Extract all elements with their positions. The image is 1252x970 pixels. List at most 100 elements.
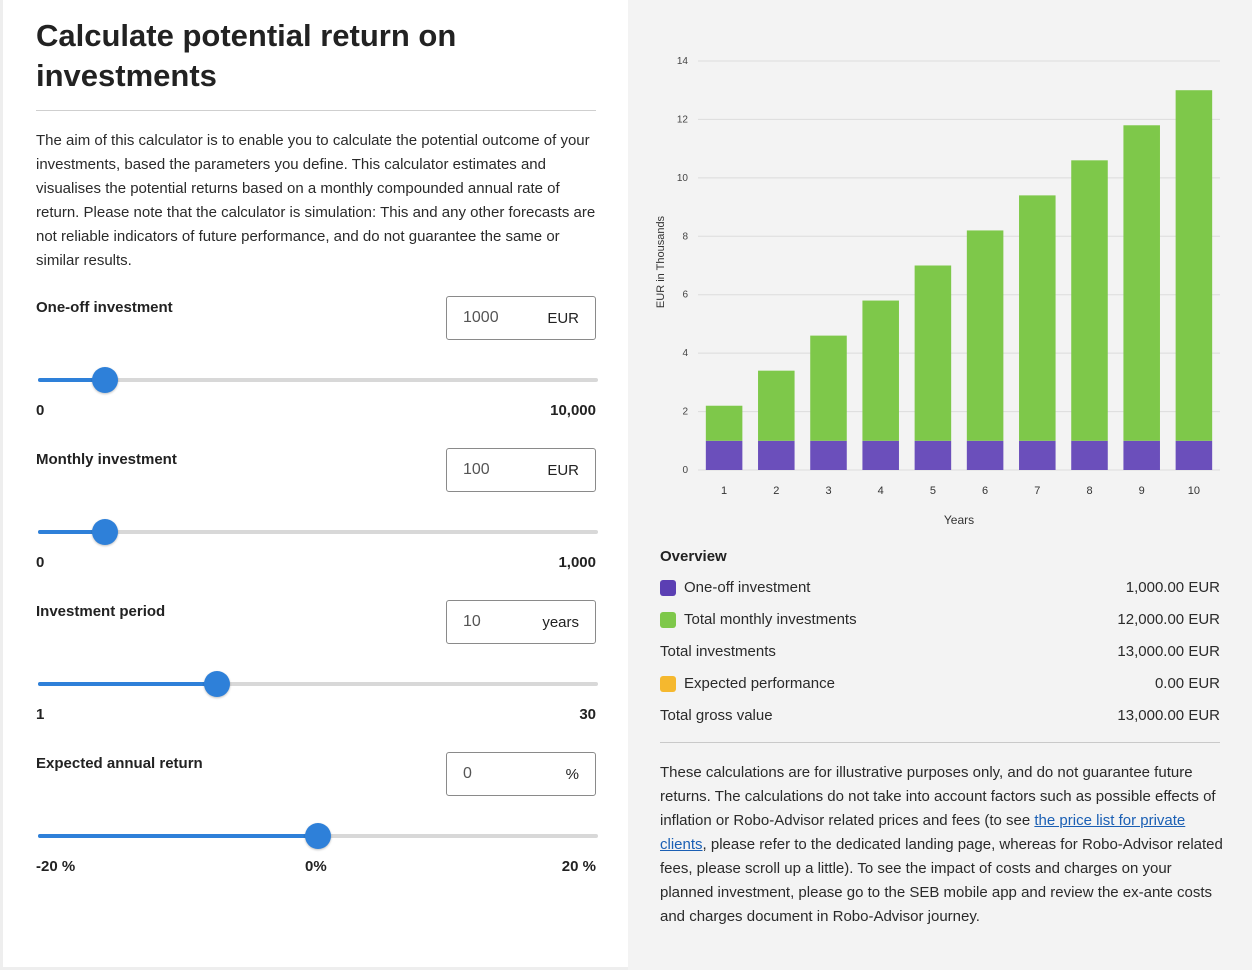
x-tick-label: 10 bbox=[1188, 485, 1200, 497]
bar-total-monthly-investments bbox=[758, 370, 795, 441]
investment-period-label: Investment period bbox=[36, 603, 166, 620]
overview-row-expected-performance: Expected performance 0.00 EUR bbox=[660, 674, 1220, 696]
overview-row-total-investments: Total investments 13,000.00 EUR bbox=[660, 642, 1220, 664]
x-tick-label: 4 bbox=[878, 485, 884, 497]
investment-period-min: 1 bbox=[36, 706, 45, 723]
overview-row-value: 12,000.00 EUR bbox=[1117, 611, 1220, 628]
expected-annual-return-value: 0 bbox=[463, 765, 472, 782]
bar-one-off-investment bbox=[966, 440, 1004, 470]
one-off-investment-max: 10,000 bbox=[550, 402, 596, 419]
bar-one-off-investment bbox=[705, 440, 743, 470]
x-tick-label: 3 bbox=[825, 485, 831, 497]
y-tick-label: 12 bbox=[677, 114, 689, 125]
expected-annual-return-slider[interactable] bbox=[38, 823, 598, 849]
bar-total-monthly-investments bbox=[966, 230, 1004, 441]
overview-row-label: Expected performance bbox=[684, 675, 835, 692]
monthly-investment-min: 0 bbox=[36, 554, 45, 571]
investment-period-unit: years bbox=[542, 614, 579, 631]
bar-one-off-investment bbox=[810, 440, 847, 470]
overview-title: Overview bbox=[660, 548, 727, 565]
overview-row-label: One-off investment bbox=[684, 579, 811, 596]
bar-total-monthly-investments bbox=[862, 300, 899, 441]
overview-row-value: 13,000.00 EUR bbox=[1117, 643, 1220, 660]
bar-one-off-investment bbox=[1175, 440, 1213, 470]
one-off-investment-unit: EUR bbox=[547, 310, 579, 327]
x-tick-label: 7 bbox=[1034, 485, 1040, 497]
expected-annual-return-unit: % bbox=[565, 766, 579, 783]
page-title: Calculate potential return on investment… bbox=[36, 18, 457, 93]
disclaimer-text: These calculations are for illustrative … bbox=[660, 761, 1225, 929]
x-axis-label: Years bbox=[944, 513, 974, 527]
bar-total-monthly-investments bbox=[810, 335, 847, 441]
bar-one-off-investment bbox=[758, 440, 795, 470]
expected-annual-return-slider-fill bbox=[38, 834, 318, 838]
expected-annual-return-mid: 0% bbox=[305, 858, 327, 875]
one-off-swatch-icon bbox=[660, 580, 676, 596]
bar-total-monthly-investments bbox=[1123, 125, 1160, 441]
bar-one-off-investment bbox=[862, 440, 899, 470]
monthly-investment-label: Monthly investment bbox=[36, 451, 177, 468]
overview-row-label: Total gross value bbox=[660, 707, 773, 724]
x-tick-label: 1 bbox=[721, 485, 727, 497]
overview-divider bbox=[660, 742, 1220, 743]
one-off-investment-label: One-off investment bbox=[36, 299, 173, 316]
monthly-investment-input[interactable]: 100 EUR bbox=[446, 448, 596, 492]
bar-one-off-investment bbox=[1071, 440, 1108, 470]
overview-row-value: 1,000.00 EUR bbox=[1125, 579, 1220, 596]
bar-total-monthly-investments bbox=[1071, 160, 1108, 441]
overview-row-value: 13,000.00 EUR bbox=[1117, 707, 1220, 724]
one-off-investment-slider[interactable] bbox=[38, 367, 598, 393]
monthly-investment-value: 100 bbox=[463, 461, 490, 478]
one-off-investment-min: 0 bbox=[36, 402, 45, 419]
investment-period-max: 30 bbox=[579, 706, 596, 723]
one-off-investment-slider-handle[interactable] bbox=[92, 367, 119, 393]
bar-total-monthly-investments bbox=[1019, 195, 1056, 441]
overview-row-label: Total investments bbox=[660, 643, 776, 660]
one-off-investment-value: 1000 bbox=[463, 309, 499, 326]
intro-text: The aim of this calculator is to enable … bbox=[36, 132, 596, 269]
one-off-investment-input[interactable]: 1000 EUR bbox=[446, 296, 596, 340]
x-tick-label: 5 bbox=[930, 485, 936, 497]
investment-bar-chart: 02468101214 1 2 3 4 5 6 7 8 9 10 EUR in Thousands… bbox=[655, 56, 1220, 527]
investment-period-slider-handle[interactable] bbox=[204, 671, 231, 697]
overview-row-one-off: One-off investment 1,000.00 EUR bbox=[660, 578, 1220, 600]
investment-period-value: 10 bbox=[463, 613, 481, 630]
overview-row-monthly: Total monthly investments 12,000.00 EUR bbox=[660, 610, 1220, 632]
title-divider bbox=[36, 110, 596, 111]
bar-total-monthly-investments bbox=[1175, 90, 1213, 441]
y-tick-label: 14 bbox=[677, 56, 689, 67]
overview-row-total-gross: Total gross value 13,000.00 EUR bbox=[660, 706, 1220, 728]
monthly-investment-max: 1,000 bbox=[558, 554, 596, 571]
y-tick-label: 0 bbox=[682, 465, 688, 476]
expected-annual-return-max: 20 % bbox=[561, 858, 596, 875]
expected-annual-return-label: Expected annual return bbox=[36, 755, 203, 772]
bar-total-monthly-investments bbox=[914, 265, 952, 441]
x-tick-label: 8 bbox=[1086, 485, 1092, 497]
calculator-panel: Calculate potential return on investment… bbox=[0, 0, 628, 970]
results-panel: 0 2 4 6 8 10 12 14 1 2 3 4 5 6 7 8 9 10 EUR in Thousands… bbox=[628, 0, 1252, 970]
y-tick-label: 8 bbox=[682, 231, 688, 242]
bar-one-off-investment bbox=[914, 440, 952, 470]
expected-annual-return-slider-handle[interactable] bbox=[305, 823, 331, 849]
monthly-swatch-icon bbox=[660, 612, 676, 628]
investment-period-slider-fill bbox=[38, 682, 218, 686]
disclaimer-part-2: , please refer to the dedicated landing … bbox=[660, 836, 1223, 925]
monthly-investment-slider-handle[interactable] bbox=[92, 519, 119, 545]
overview-row-label: Total monthly investments bbox=[684, 611, 857, 628]
bar-one-off-investment bbox=[1019, 440, 1056, 470]
monthly-investment-unit: EUR bbox=[547, 462, 579, 479]
monthly-investment-slider[interactable] bbox=[38, 519, 598, 545]
y-tick-label: 10 bbox=[677, 173, 689, 184]
x-tick-label: 6 bbox=[982, 485, 988, 497]
y-tick-label: 6 bbox=[682, 290, 688, 301]
bar-total-monthly-investments bbox=[705, 405, 743, 441]
bar-one-off-investment bbox=[1123, 440, 1160, 470]
y-tick-label: 4 bbox=[682, 348, 688, 359]
expected-annual-return-min: -20 % bbox=[36, 858, 76, 875]
investment-period-slider[interactable] bbox=[38, 671, 598, 697]
performance-swatch-icon bbox=[660, 676, 676, 692]
y-tick-label: 2 bbox=[682, 407, 688, 418]
investment-period-input[interactable]: 10 years bbox=[446, 600, 596, 644]
expected-annual-return-input[interactable]: 0 % bbox=[446, 752, 596, 796]
x-tick-label: 9 bbox=[1139, 485, 1145, 497]
